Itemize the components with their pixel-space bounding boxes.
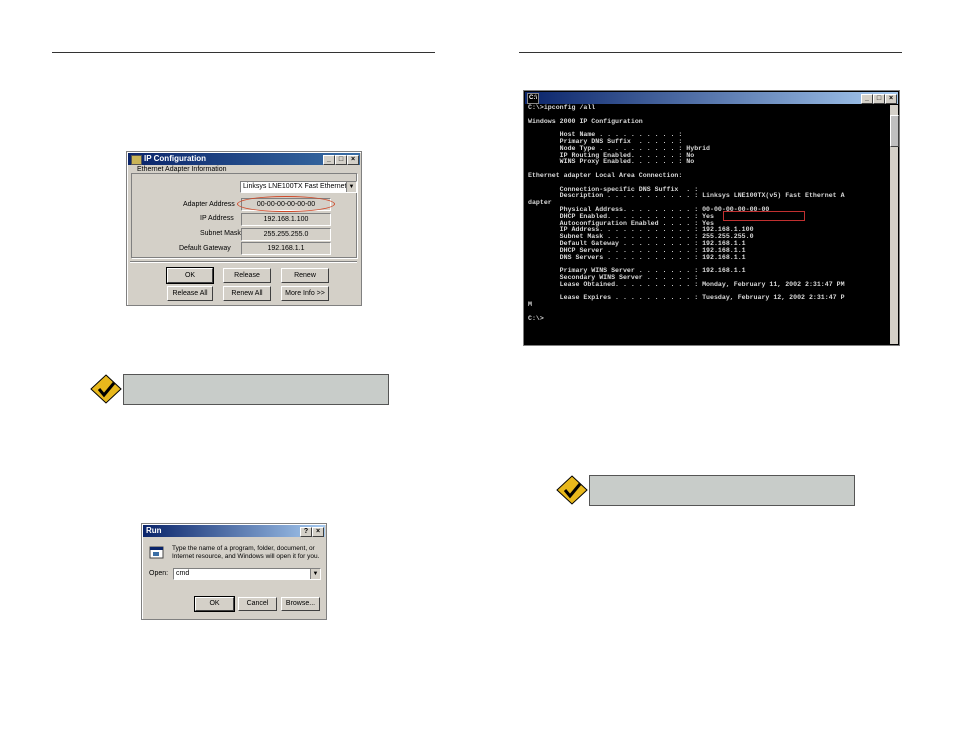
maximize-button[interactable]: □ — [873, 94, 885, 104]
run-icon — [149, 546, 164, 559]
highlight-oval — [237, 196, 335, 212]
check-icon — [90, 374, 122, 404]
adapter-group-label: Ethernet Adapter Information — [137, 166, 227, 173]
ip-configuration-titlebar[interactable]: IP Configuration _ □ × — [128, 153, 360, 165]
terminal-scrollbar[interactable] — [890, 105, 899, 344]
release-all-button[interactable]: Release All — [167, 286, 213, 301]
note-box — [123, 374, 389, 405]
close-button[interactable]: × — [312, 527, 324, 537]
renew-button[interactable]: Renew — [281, 268, 329, 283]
adapter-select-value: Linksys LNE100TX Fast Ethernet — [243, 183, 347, 190]
ip-address-label: IP Address — [200, 215, 234, 222]
close-button[interactable]: × — [885, 94, 897, 104]
release-button[interactable]: Release — [223, 268, 271, 283]
run-titlebar[interactable]: Run ? × — [143, 525, 325, 537]
ip-configuration-window: IP Configuration _ □ × Ethernet Adapter … — [126, 151, 362, 306]
run-ok-button[interactable]: OK — [194, 596, 235, 612]
ip-configuration-title: IP Configuration — [144, 154, 207, 163]
adapter-address-label: Adapter Address — [183, 201, 235, 208]
subnet-mask-value: 255.255.255.0 — [241, 228, 331, 241]
maximize-button[interactable]: □ — [335, 155, 347, 165]
app-icon — [131, 155, 142, 165]
scrollbar-thumb[interactable] — [890, 115, 899, 147]
help-button[interactable]: ? — [300, 527, 312, 537]
run-window: Run ? × Type the name of a program, fold… — [141, 523, 327, 620]
ip-address-value: 192.168.1.100 — [241, 213, 331, 226]
minimize-button[interactable]: _ — [861, 94, 873, 104]
command-prompt-titlebar[interactable]: C:\ _ □ × — [525, 92, 898, 104]
physical-address-highlight — [723, 211, 805, 221]
left-page-rule — [52, 52, 435, 53]
minimize-button[interactable]: _ — [323, 155, 335, 165]
right-page-rule — [519, 52, 902, 53]
default-gateway-label: Default Gateway — [179, 245, 231, 252]
renew-all-button[interactable]: Renew All — [223, 286, 271, 301]
check-icon — [556, 475, 588, 505]
chevron-down-icon[interactable]: ▼ — [310, 569, 320, 579]
console-icon: C:\ — [527, 93, 539, 104]
run-description: Type the name of a program, folder, docu… — [172, 545, 320, 560]
open-input-value: cmd — [176, 570, 190, 577]
run-browse-button[interactable]: Browse... — [281, 597, 320, 611]
open-input[interactable]: cmd ▼ — [173, 568, 321, 580]
default-gateway-value: 192.168.1.1 — [241, 242, 331, 255]
adapter-select[interactable]: Linksys LNE100TX Fast Ethernet ▼ — [240, 181, 357, 193]
open-label: Open: — [149, 570, 169, 577]
ok-button[interactable]: OK — [166, 267, 214, 284]
close-button[interactable]: × — [347, 155, 359, 165]
run-cancel-button[interactable]: Cancel — [238, 597, 277, 611]
run-title: Run — [146, 526, 162, 535]
chevron-down-icon[interactable]: ▼ — [346, 182, 356, 192]
note-box — [589, 475, 855, 506]
more-info-button[interactable]: More Info >> — [281, 286, 329, 301]
subnet-mask-label: Subnet Mask — [200, 230, 241, 237]
button-divider — [130, 261, 357, 262]
command-prompt-window: C:\ _ □ × C:\>ipconfig /all Windows 2000… — [523, 90, 900, 346]
